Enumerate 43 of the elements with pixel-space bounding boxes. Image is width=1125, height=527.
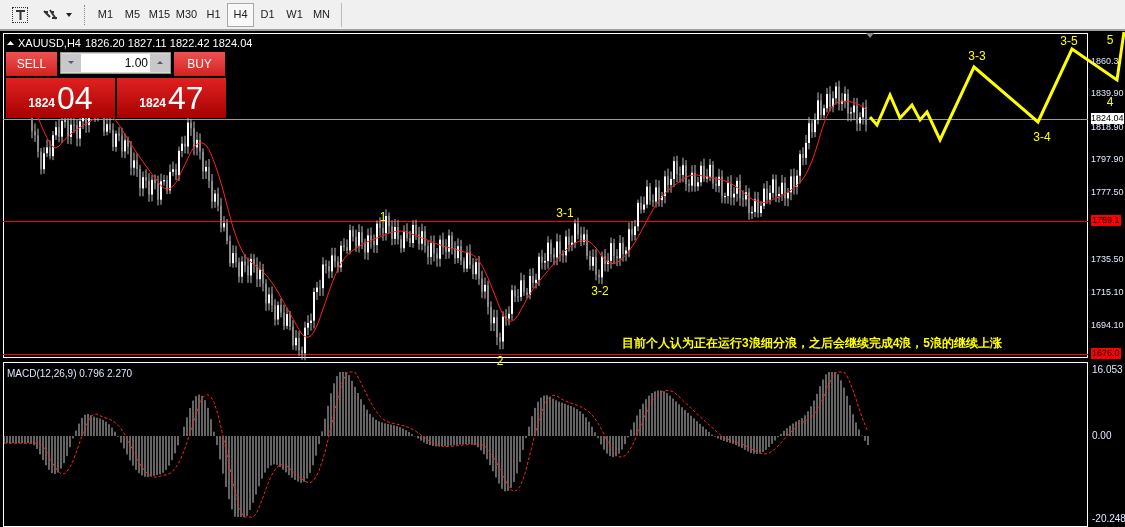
dropdown-caret-icon[interactable]: [66, 12, 72, 17]
sell-price-button[interactable]: 1824 04: [6, 78, 115, 118]
chart-shift-icon[interactable]: [866, 33, 874, 38]
sell-button[interactable]: SELL: [6, 52, 57, 76]
timeframe-button[interactable]: M5: [119, 2, 146, 27]
price-axis-label: 1824.04: [1091, 113, 1124, 124]
price-axis-label: 1797.90: [1091, 154, 1124, 165]
price-axis-label: 1818.90: [1091, 122, 1124, 133]
buy-button[interactable]: BUY: [174, 52, 225, 76]
timeframe-button[interactable]: D1: [254, 2, 281, 27]
price-axis-label: 1676.0: [1091, 348, 1121, 359]
timeframe-button[interactable]: W1: [281, 2, 308, 27]
price-axis-label: 1777.50: [1091, 187, 1124, 198]
indicator-axis-label: 16.053: [1092, 364, 1123, 376]
lot-size-value: 1.00: [81, 54, 150, 72]
timeframe-button[interactable]: M1: [92, 2, 119, 27]
indicator-title: MACD(12,26,9) 0.796 2.270: [7, 367, 133, 381]
price-axis-label: 1735.50: [1091, 254, 1124, 265]
timeframe-button[interactable]: MN: [308, 2, 335, 27]
symbol-label: XAUUSD,H4: [18, 36, 81, 51]
timeframe-button[interactable]: H4: [227, 2, 254, 27]
wave-label: 3-1: [556, 205, 574, 222]
indicator-axis-label: -20.248: [1092, 513, 1125, 525]
buy-price-button[interactable]: 182447: [117, 78, 226, 118]
price-axis-label: 1715.10: [1091, 287, 1124, 298]
price-axis-label: 1839.90: [1091, 88, 1124, 98]
wave-label: 3-3: [968, 48, 986, 65]
ohlc-values: 1826.20 1827.11 1822.42 1824.04: [84, 36, 253, 51]
wave-label: 1: [379, 209, 387, 226]
price-axis-label: 1860.3: [1091, 56, 1119, 67]
wave-label: 3-2: [591, 283, 609, 300]
timeframe-button[interactable]: M30: [173, 2, 200, 27]
wave-label: 3-5: [1060, 33, 1078, 50]
price-axis-label: 1759.1: [1091, 215, 1121, 226]
indicator-axis-label: 0.00: [1092, 430, 1112, 442]
text-tool-icon[interactable]: [12, 6, 28, 23]
wave-label: 3-4: [1033, 129, 1051, 146]
collapse-arrow-icon[interactable]: [7, 41, 14, 46]
wave-label: 5: [1106, 32, 1114, 49]
timeframe-button[interactable]: M15: [146, 2, 173, 27]
price-axis-label: 1694.10: [1091, 320, 1124, 331]
timeframe-button[interactable]: H1: [200, 2, 227, 27]
analysis-note: 目前个人认为正在运行3浪细分浪，之后会继续完成4浪，5浪的继续上涨: [622, 335, 1003, 352]
